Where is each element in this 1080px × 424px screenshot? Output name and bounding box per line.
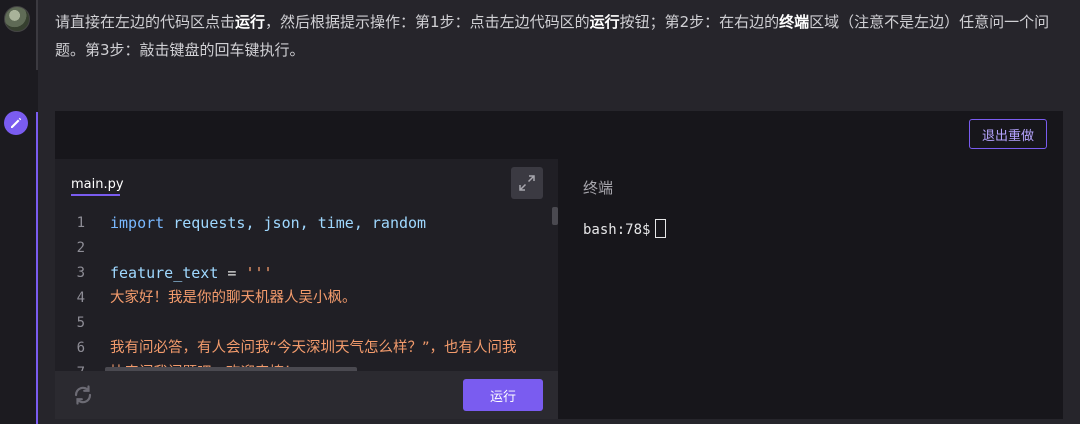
instruction-part-2: ，然后根据提示操作：第1步：点击左边代码区的 xyxy=(265,13,590,31)
code-line: 2 xyxy=(55,236,558,261)
run-button[interactable]: 运行 xyxy=(463,379,543,411)
code-string-quote: ''' xyxy=(245,264,273,282)
code-text: feature_text = ''' xyxy=(110,261,273,286)
left-gutter xyxy=(0,0,38,424)
exit-redo-button[interactable]: 退出重做 xyxy=(969,119,1047,149)
code-string-text: 大家好！我是你的聊天机器人吴小枫。 xyxy=(110,290,357,306)
instruction-bold-run-2: 运行 xyxy=(589,13,620,31)
keyword: import xyxy=(110,214,165,232)
line-number: 3 xyxy=(76,265,85,281)
vertical-scrollbar[interactable] xyxy=(552,207,558,225)
instruction-part-1: 请直接在左边的代码区点击 xyxy=(55,13,236,31)
avatar xyxy=(4,6,30,32)
message-divider xyxy=(36,0,38,70)
instruction-part-3: 按钮；第2步：在右边的 xyxy=(619,13,780,31)
refresh-icon[interactable] xyxy=(71,383,95,407)
terminal-prompt-line[interactable]: bash:78$ xyxy=(583,219,667,238)
line-number: 5 xyxy=(76,315,85,331)
tab-main-py[interactable]: main.py xyxy=(71,177,124,192)
pen-icon[interactable] xyxy=(4,111,28,135)
code-line: 4 大家好！我是你的聊天机器人吴小枫。 xyxy=(55,286,558,311)
code-text: import requests, json, time, random xyxy=(110,211,426,236)
card-toolbar: 退出重做 xyxy=(55,111,1063,159)
code-identifiers: requests, json, time, random xyxy=(164,214,427,232)
code-operator: = xyxy=(218,264,246,282)
code-string-text: 我有问必答，有人会问我“今天深圳天气怎么样？”，也有人问我 xyxy=(110,340,517,356)
line-number: 6 xyxy=(76,340,85,356)
code-line: 1 import requests, json, time, random xyxy=(55,211,558,236)
terminal-panel[interactable]: 终端 bash:78$ xyxy=(559,159,1063,419)
line-number: 1 xyxy=(76,215,85,231)
expand-icon[interactable] xyxy=(511,167,543,199)
terminal-prompt: bash:78$ xyxy=(583,222,651,238)
line-number: 2 xyxy=(76,240,85,256)
code-area[interactable]: 1 import requests, json, time, random 2 … xyxy=(55,211,558,371)
code-editor[interactable]: main.py 1 import requests, json, time, r… xyxy=(55,159,558,419)
tab-active-indicator xyxy=(71,194,120,196)
code-variable: feature_text xyxy=(110,264,219,282)
line-number: 7 xyxy=(55,361,85,371)
code-runner-card: 退出重做 main.py 1 import requests, json, ti… xyxy=(55,111,1063,419)
code-line: 5 xyxy=(55,311,558,336)
terminal-title: 终端 xyxy=(583,179,614,197)
instruction-text: 请直接在左边的代码区点击运行，然后根据提示操作：第1步：点击左边代码区的运行按钮… xyxy=(55,8,1055,64)
instruction-bold-run: 运行 xyxy=(235,13,266,31)
code-line: 6 我有问必答，有人会问我“今天深圳天气怎么样？”，也有人问我 xyxy=(55,336,558,361)
line-number: 4 xyxy=(76,290,85,306)
active-step-bar xyxy=(36,112,38,424)
editor-footer: 运行 xyxy=(55,371,558,419)
code-line: 3 feature_text = ''' xyxy=(55,261,558,286)
instruction-bold-terminal: 终端 xyxy=(779,13,810,31)
terminal-cursor xyxy=(655,219,667,238)
